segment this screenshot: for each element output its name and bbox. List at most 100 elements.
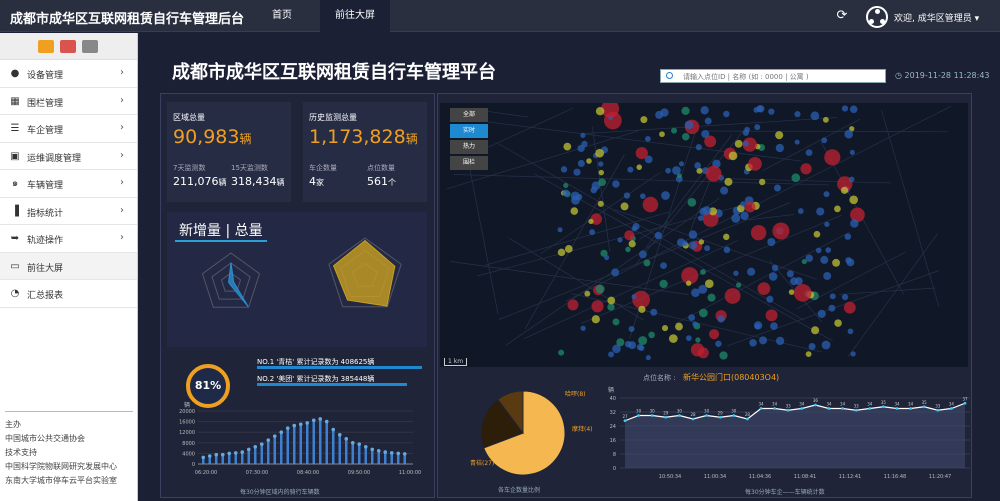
bar-chart-icon: ▐ — [9, 206, 21, 217]
sidebar-item[interactable]: ▭ 前往大屏 — [0, 253, 137, 281]
map-marker — [586, 158, 592, 164]
footer-line: 中国城市公共交通协会 — [5, 432, 133, 446]
map-marker — [719, 351, 727, 359]
percent-text: 81% — [190, 379, 226, 392]
arrow-right-icon: ➥ — [9, 233, 21, 244]
map-marker — [701, 130, 709, 138]
map-marker — [709, 329, 719, 339]
sidebar-item-label: 车辆管理 — [27, 178, 63, 191]
map-marker — [816, 207, 824, 215]
rank-bar — [257, 366, 422, 369]
map-marker — [695, 337, 700, 342]
map-marker — [655, 232, 662, 239]
sidebar-item[interactable]: ➥ 轨迹操作 › — [0, 225, 137, 253]
map-marker — [643, 259, 650, 266]
map-canvas[interactable] — [440, 103, 968, 367]
companies-unit: 家 — [316, 178, 324, 187]
datetime: ◷ 2019-11-28 11:28:43 — [895, 71, 990, 80]
map-marker — [759, 336, 767, 344]
map-marker — [584, 291, 590, 297]
sidebar-item-label: 设备管理 — [27, 68, 63, 81]
map-marker — [834, 206, 841, 213]
map-marker — [639, 250, 647, 258]
map-marker — [725, 288, 741, 304]
map-road — [581, 215, 841, 323]
tab-home[interactable]: 首页 — [262, 0, 302, 32]
map-view[interactable] — [440, 103, 968, 367]
sidebar-item[interactable]: ☰ 车企管理 › — [0, 115, 137, 143]
map-marker — [608, 351, 614, 357]
map-marker — [824, 149, 840, 165]
map-marker — [806, 254, 813, 261]
map-marker — [747, 268, 755, 276]
top-bar: 成都市成华区互联网租赁自行车管理后台 首页 前往大屏 ⟳ 欢迎, 成华区管理员 … — [0, 0, 1000, 32]
map-marker — [679, 161, 684, 166]
map-marker — [715, 341, 721, 347]
search-input[interactable] — [683, 71, 883, 82]
pie-caption: 各车企数量比例 — [498, 485, 540, 494]
sidebar-item[interactable]: ▦ 围栏管理 › — [0, 88, 137, 116]
map-marker — [565, 245, 573, 253]
map-marker — [686, 335, 692, 341]
home-icon[interactable] — [38, 40, 54, 53]
map-marker — [800, 163, 811, 174]
sidebar-item-label: 轨迹操作 — [27, 233, 63, 246]
settings-icon[interactable] — [82, 40, 98, 53]
map-marker — [662, 325, 668, 331]
map-marker — [850, 106, 858, 114]
map-marker — [736, 282, 741, 287]
map-marker — [659, 131, 665, 137]
map-marker — [625, 247, 630, 252]
sidebar-item[interactable]: ● 设备管理 › — [0, 60, 137, 88]
sidebar-item[interactable]: ▐ 指标统计 › — [0, 198, 137, 226]
history-unit: 辆 — [406, 132, 418, 146]
map-marker — [598, 201, 604, 207]
user-menu[interactable]: 欢迎, 成华区管理员 ▾ — [894, 11, 979, 24]
map-marker — [627, 167, 633, 173]
sidebar-item[interactable]: ▣ 运维调度管理 › — [0, 143, 137, 171]
map-marker — [774, 184, 781, 191]
map-tab-realtime[interactable]: 实时 — [450, 124, 488, 138]
delete-icon[interactable] — [60, 40, 76, 53]
point-name: 新华公园门口(080403O4) — [683, 372, 779, 383]
search-box[interactable] — [660, 69, 886, 83]
sidebar-item[interactable]: ๑ 车辆管理 › — [0, 170, 137, 198]
map-marker — [659, 280, 667, 288]
map-marker — [816, 248, 822, 254]
map-tab-fence[interactable]: 围栏 — [450, 156, 488, 170]
search-icon — [666, 72, 673, 79]
region-value: 90,983辆 — [173, 126, 252, 148]
avatar[interactable] — [866, 6, 888, 28]
map-marker — [643, 197, 659, 213]
map-marker — [669, 334, 678, 343]
map-marker — [698, 215, 704, 221]
map-marker — [571, 191, 580, 200]
map-tab-heat[interactable]: 热力 — [450, 140, 488, 154]
map-marker — [681, 107, 689, 115]
map-marker — [698, 347, 709, 358]
map-marker — [612, 318, 619, 325]
chevron-right-icon: › — [120, 232, 124, 243]
line-caption: 每30分钟车企——车辆统计数 — [745, 487, 825, 496]
map-marker — [645, 136, 651, 142]
map-marker — [766, 296, 773, 303]
map-marker — [677, 238, 685, 246]
map-marker — [694, 162, 701, 169]
map-marker — [740, 212, 748, 220]
map-marker — [766, 309, 778, 321]
tab-dashboard[interactable]: 前往大屏 — [320, 0, 390, 32]
chevron-right-icon: › — [120, 205, 124, 216]
map-road — [881, 110, 939, 307]
sidebar-item[interactable]: ◔ 汇总报表 — [0, 280, 137, 308]
map-road — [486, 111, 528, 117]
map-tab-all[interactable]: 全部 — [450, 108, 488, 122]
map-marker — [692, 321, 697, 326]
map-marker — [842, 105, 848, 111]
seven-day-unit: 辆 — [219, 178, 227, 187]
map-marker — [776, 337, 784, 345]
refresh-icon[interactable]: ⟳ — [835, 9, 849, 23]
map-marker — [702, 206, 711, 215]
sidebar-footer: 主办 中国城市公共交通协会 技术支持 中国科学院物联网研究发展中心 东南大学城市… — [5, 411, 133, 488]
footer-line: 中国科学院物联网研究发展中心 — [5, 460, 133, 474]
sidebar-item-label: 汇总报表 — [27, 288, 63, 301]
